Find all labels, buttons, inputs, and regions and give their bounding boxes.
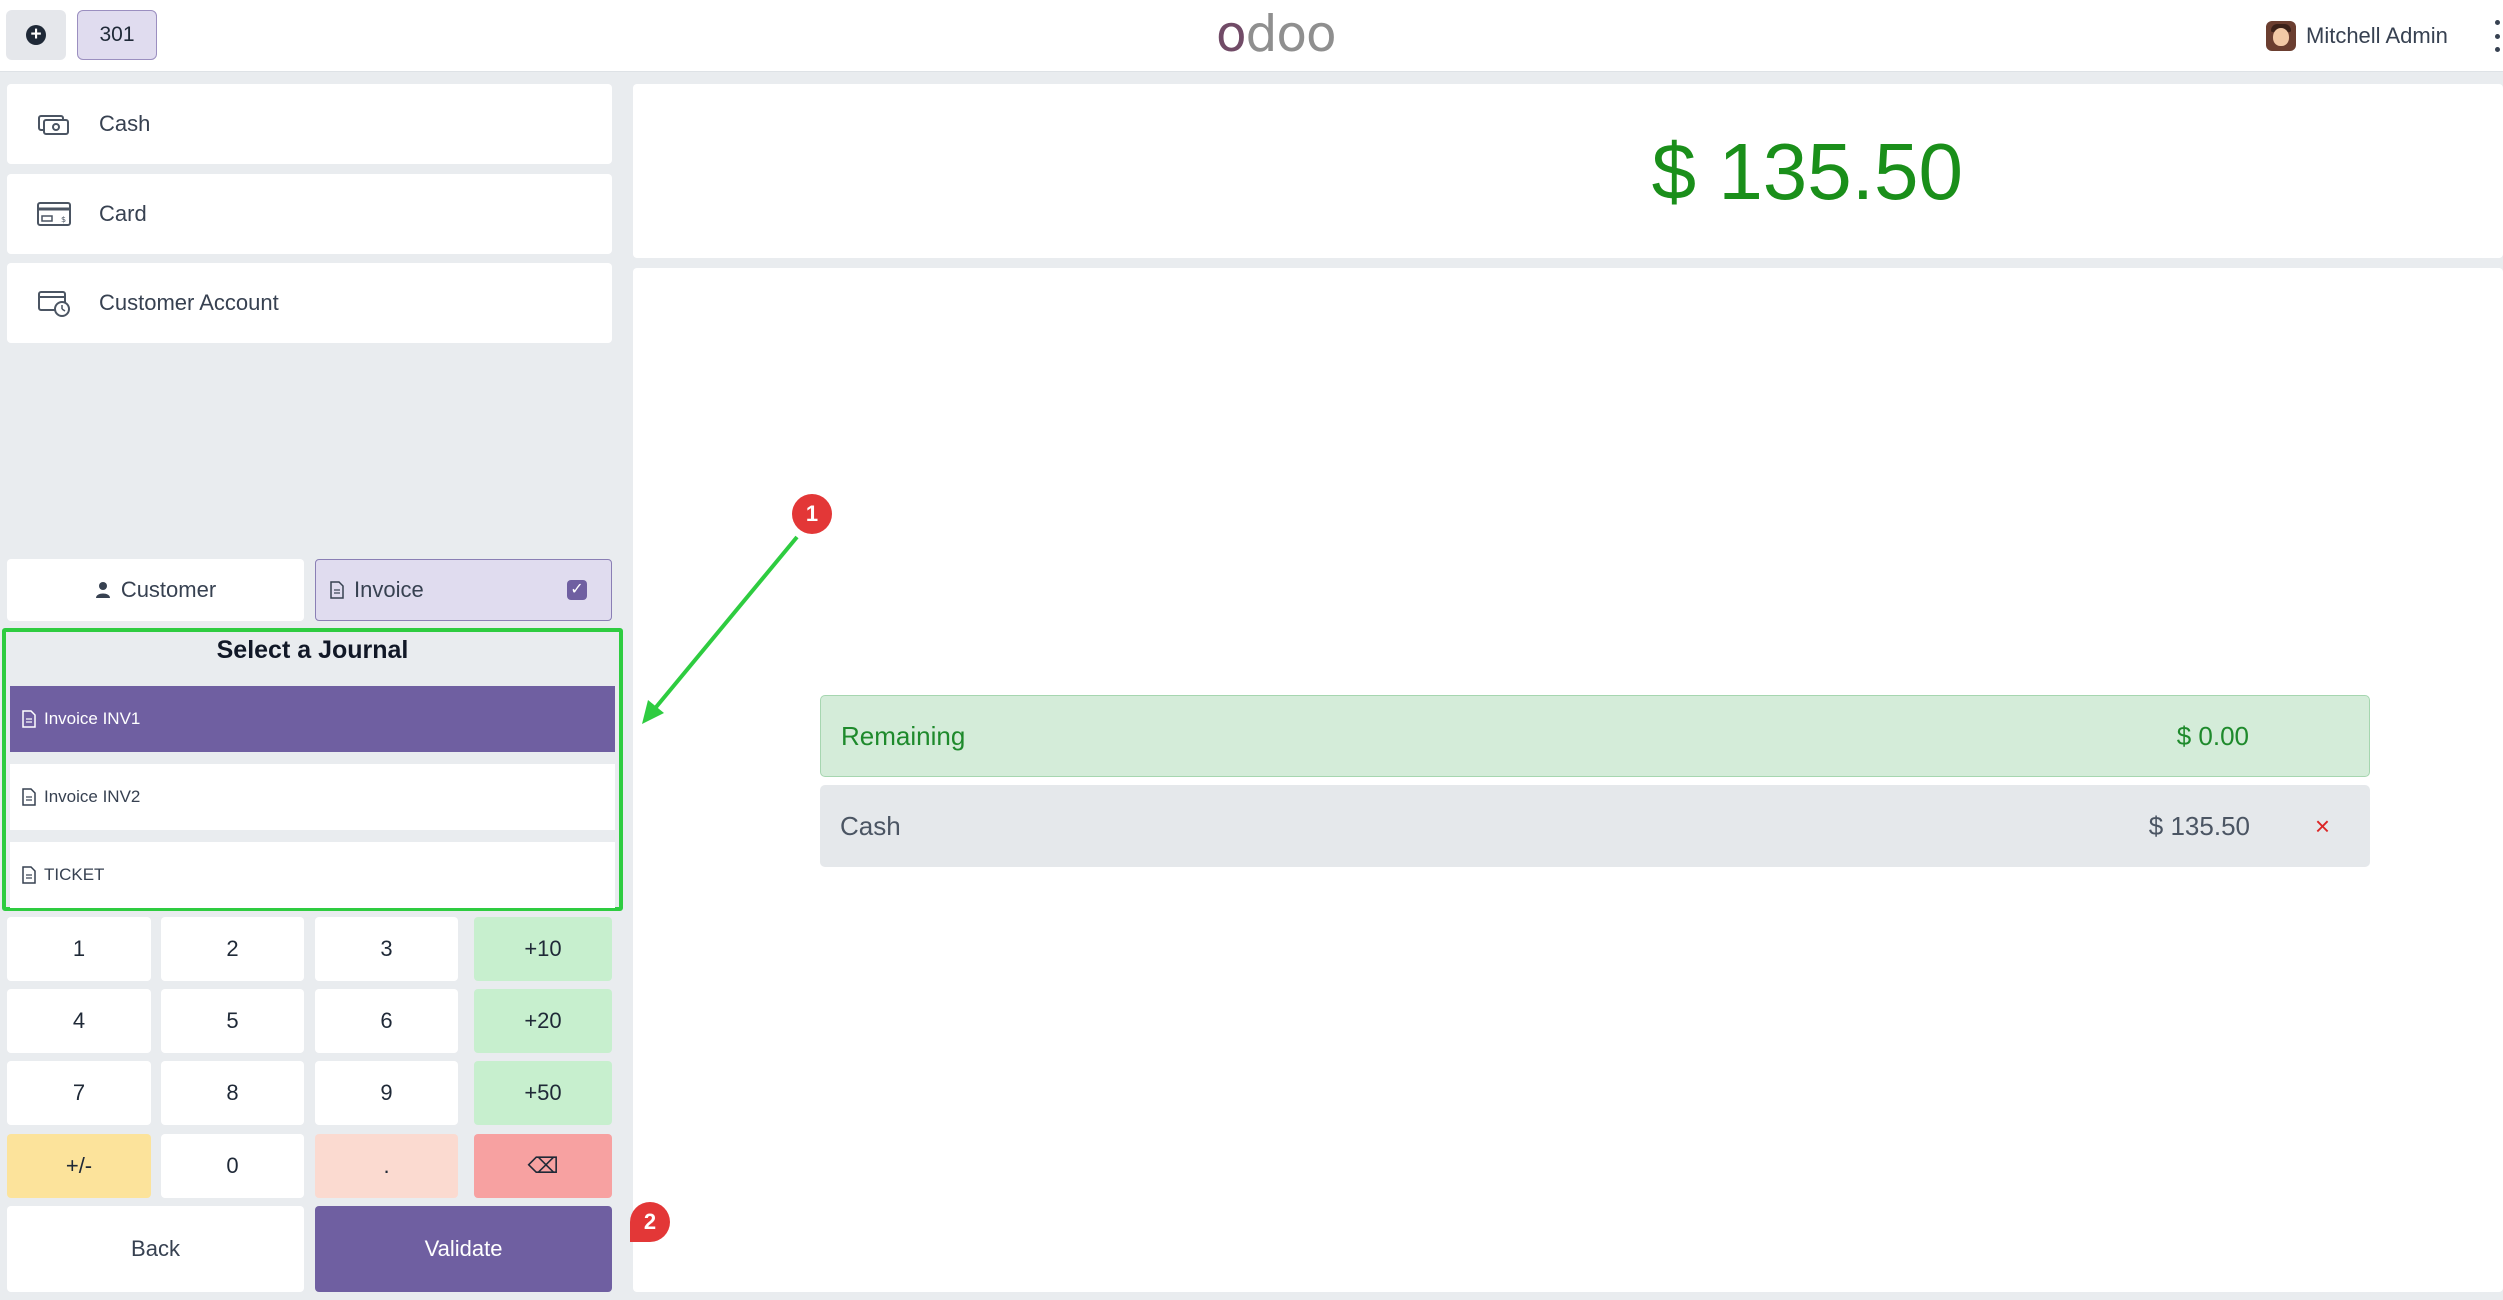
numpad-key-1[interactable]: 1 (7, 917, 151, 981)
numpad-key-sign[interactable]: +/- (7, 1134, 151, 1198)
numpad-key-plus50[interactable]: +50 (474, 1061, 612, 1125)
document-icon (22, 710, 36, 728)
payment-line-cash[interactable]: Cash $ 135.50 × (820, 785, 2370, 867)
journal-selector: Select a Journal Invoice INV1 Invoice IN… (2, 628, 623, 911)
numpad-key-3[interactable]: 3 (315, 917, 458, 981)
payment-method-card[interactable]: $ Card (7, 174, 612, 254)
user-name: Mitchell Admin (2306, 23, 2448, 48)
plus-circle-icon: + (26, 25, 46, 45)
numpad-key-6[interactable]: 6 (315, 989, 458, 1053)
remaining-label: Remaining (841, 720, 966, 751)
journal-item-label: TICKET (44, 865, 105, 884)
card-icon: $ (37, 202, 71, 226)
payment-method-label: Card (99, 201, 147, 226)
user-icon (95, 582, 110, 598)
journal-item-label: Invoice INV2 (44, 787, 141, 806)
total-amount-panel: $ 135.50 (633, 84, 2503, 258)
avatar (2266, 21, 2296, 51)
customer-button[interactable]: Customer (7, 559, 304, 621)
numpad-key-plus20[interactable]: +20 (474, 989, 612, 1053)
numpad-key-0[interactable]: 0 (161, 1134, 304, 1198)
backspace-icon[interactable]: ⌫ (474, 1134, 612, 1198)
document-icon (22, 866, 36, 884)
document-icon (330, 581, 344, 599)
customer-label: Customer (120, 577, 217, 602)
new-order-button[interactable]: + (6, 10, 66, 60)
journal-item-invoice-inv1[interactable]: Invoice INV1 (10, 686, 615, 752)
invoice-label: Invoice (354, 577, 424, 602)
top-bar: + 301 odoo Mitchell Admin (0, 0, 2503, 72)
validate-button[interactable]: Validate (315, 1206, 612, 1292)
numpad-key-5[interactable]: 5 (161, 989, 304, 1053)
annotation-badge-2: 2 (630, 1202, 670, 1242)
payment-method-cash[interactable]: Cash (7, 84, 612, 164)
payment-method-label: Cash (99, 111, 151, 136)
numpad-key-8[interactable]: 8 (161, 1061, 304, 1125)
numpad-key-2[interactable]: 2 (161, 917, 304, 981)
payment-line-label: Cash (840, 810, 901, 841)
numpad-key-7[interactable]: 7 (7, 1061, 151, 1125)
svg-text:$: $ (61, 215, 66, 224)
checkbox-checked-icon[interactable]: ✓ (567, 580, 587, 600)
journal-title: Select a Journal (216, 636, 409, 664)
journal-item-ticket[interactable]: TICKET (10, 842, 615, 908)
document-icon (22, 788, 36, 806)
customer-account-icon (38, 291, 70, 317)
journal-item-invoice-inv2[interactable]: Invoice INV2 (10, 764, 615, 830)
more-menu-icon[interactable] (2494, 20, 2500, 52)
invoice-toggle[interactable]: Invoice ✓ (315, 559, 612, 621)
numpad-key-decimal[interactable]: . (315, 1134, 458, 1198)
payment-method-customer-account[interactable]: Customer Account (7, 263, 612, 343)
back-button[interactable]: Back (7, 1206, 304, 1292)
user-menu[interactable]: Mitchell Admin (2266, 18, 2448, 54)
payment-lines-panel (633, 268, 2503, 1292)
annotation-badge-1: 1 (792, 494, 832, 534)
total-amount: $ 135.50 (1651, 127, 1963, 216)
payment-line-amount[interactable]: $ 135.50 (2149, 811, 2250, 842)
numpad-key-9[interactable]: 9 (315, 1061, 458, 1125)
odoo-logo: odoo (1216, 5, 1337, 63)
delete-icon[interactable]: × (2315, 811, 2330, 842)
numpad-key-plus10[interactable]: +10 (474, 917, 612, 981)
order-tab[interactable]: 301 (77, 10, 157, 60)
payment-method-label: Customer Account (99, 290, 279, 315)
cash-icon (38, 115, 69, 135)
remaining-amount: $ 0.00 (2176, 720, 2249, 751)
numpad-key-4[interactable]: 4 (7, 989, 151, 1053)
remaining-line: Remaining $ 0.00 (820, 695, 2370, 777)
journal-item-label: Invoice INV1 (44, 709, 141, 728)
